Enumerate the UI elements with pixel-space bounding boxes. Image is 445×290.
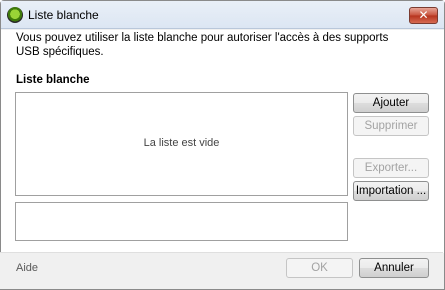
help-link[interactable]: Aide	[16, 262, 38, 274]
ok-button[interactable]: OK	[286, 258, 353, 278]
shield-icon	[7, 7, 23, 23]
close-button[interactable]: ✕	[409, 7, 438, 24]
title-bar[interactable]: Liste blanche ✕	[1, 1, 444, 29]
import-button[interactable]: Importation ...	[353, 181, 429, 201]
detail-panel	[15, 202, 348, 241]
whitelist-listbox[interactable]: La liste est vide	[15, 92, 348, 196]
remove-button[interactable]: Supprimer	[353, 116, 429, 136]
section-label: Liste blanche	[16, 74, 90, 86]
window-title: Liste blanche	[28, 8, 99, 22]
empty-list-text: La liste est vide	[143, 137, 220, 149]
cancel-button[interactable]: Annuler	[359, 258, 429, 278]
export-button[interactable]: Exporter...	[353, 158, 429, 178]
intro-text: Vous pouvez utiliser la liste blanche po…	[16, 32, 389, 58]
add-button[interactable]: Ajouter	[353, 93, 429, 113]
